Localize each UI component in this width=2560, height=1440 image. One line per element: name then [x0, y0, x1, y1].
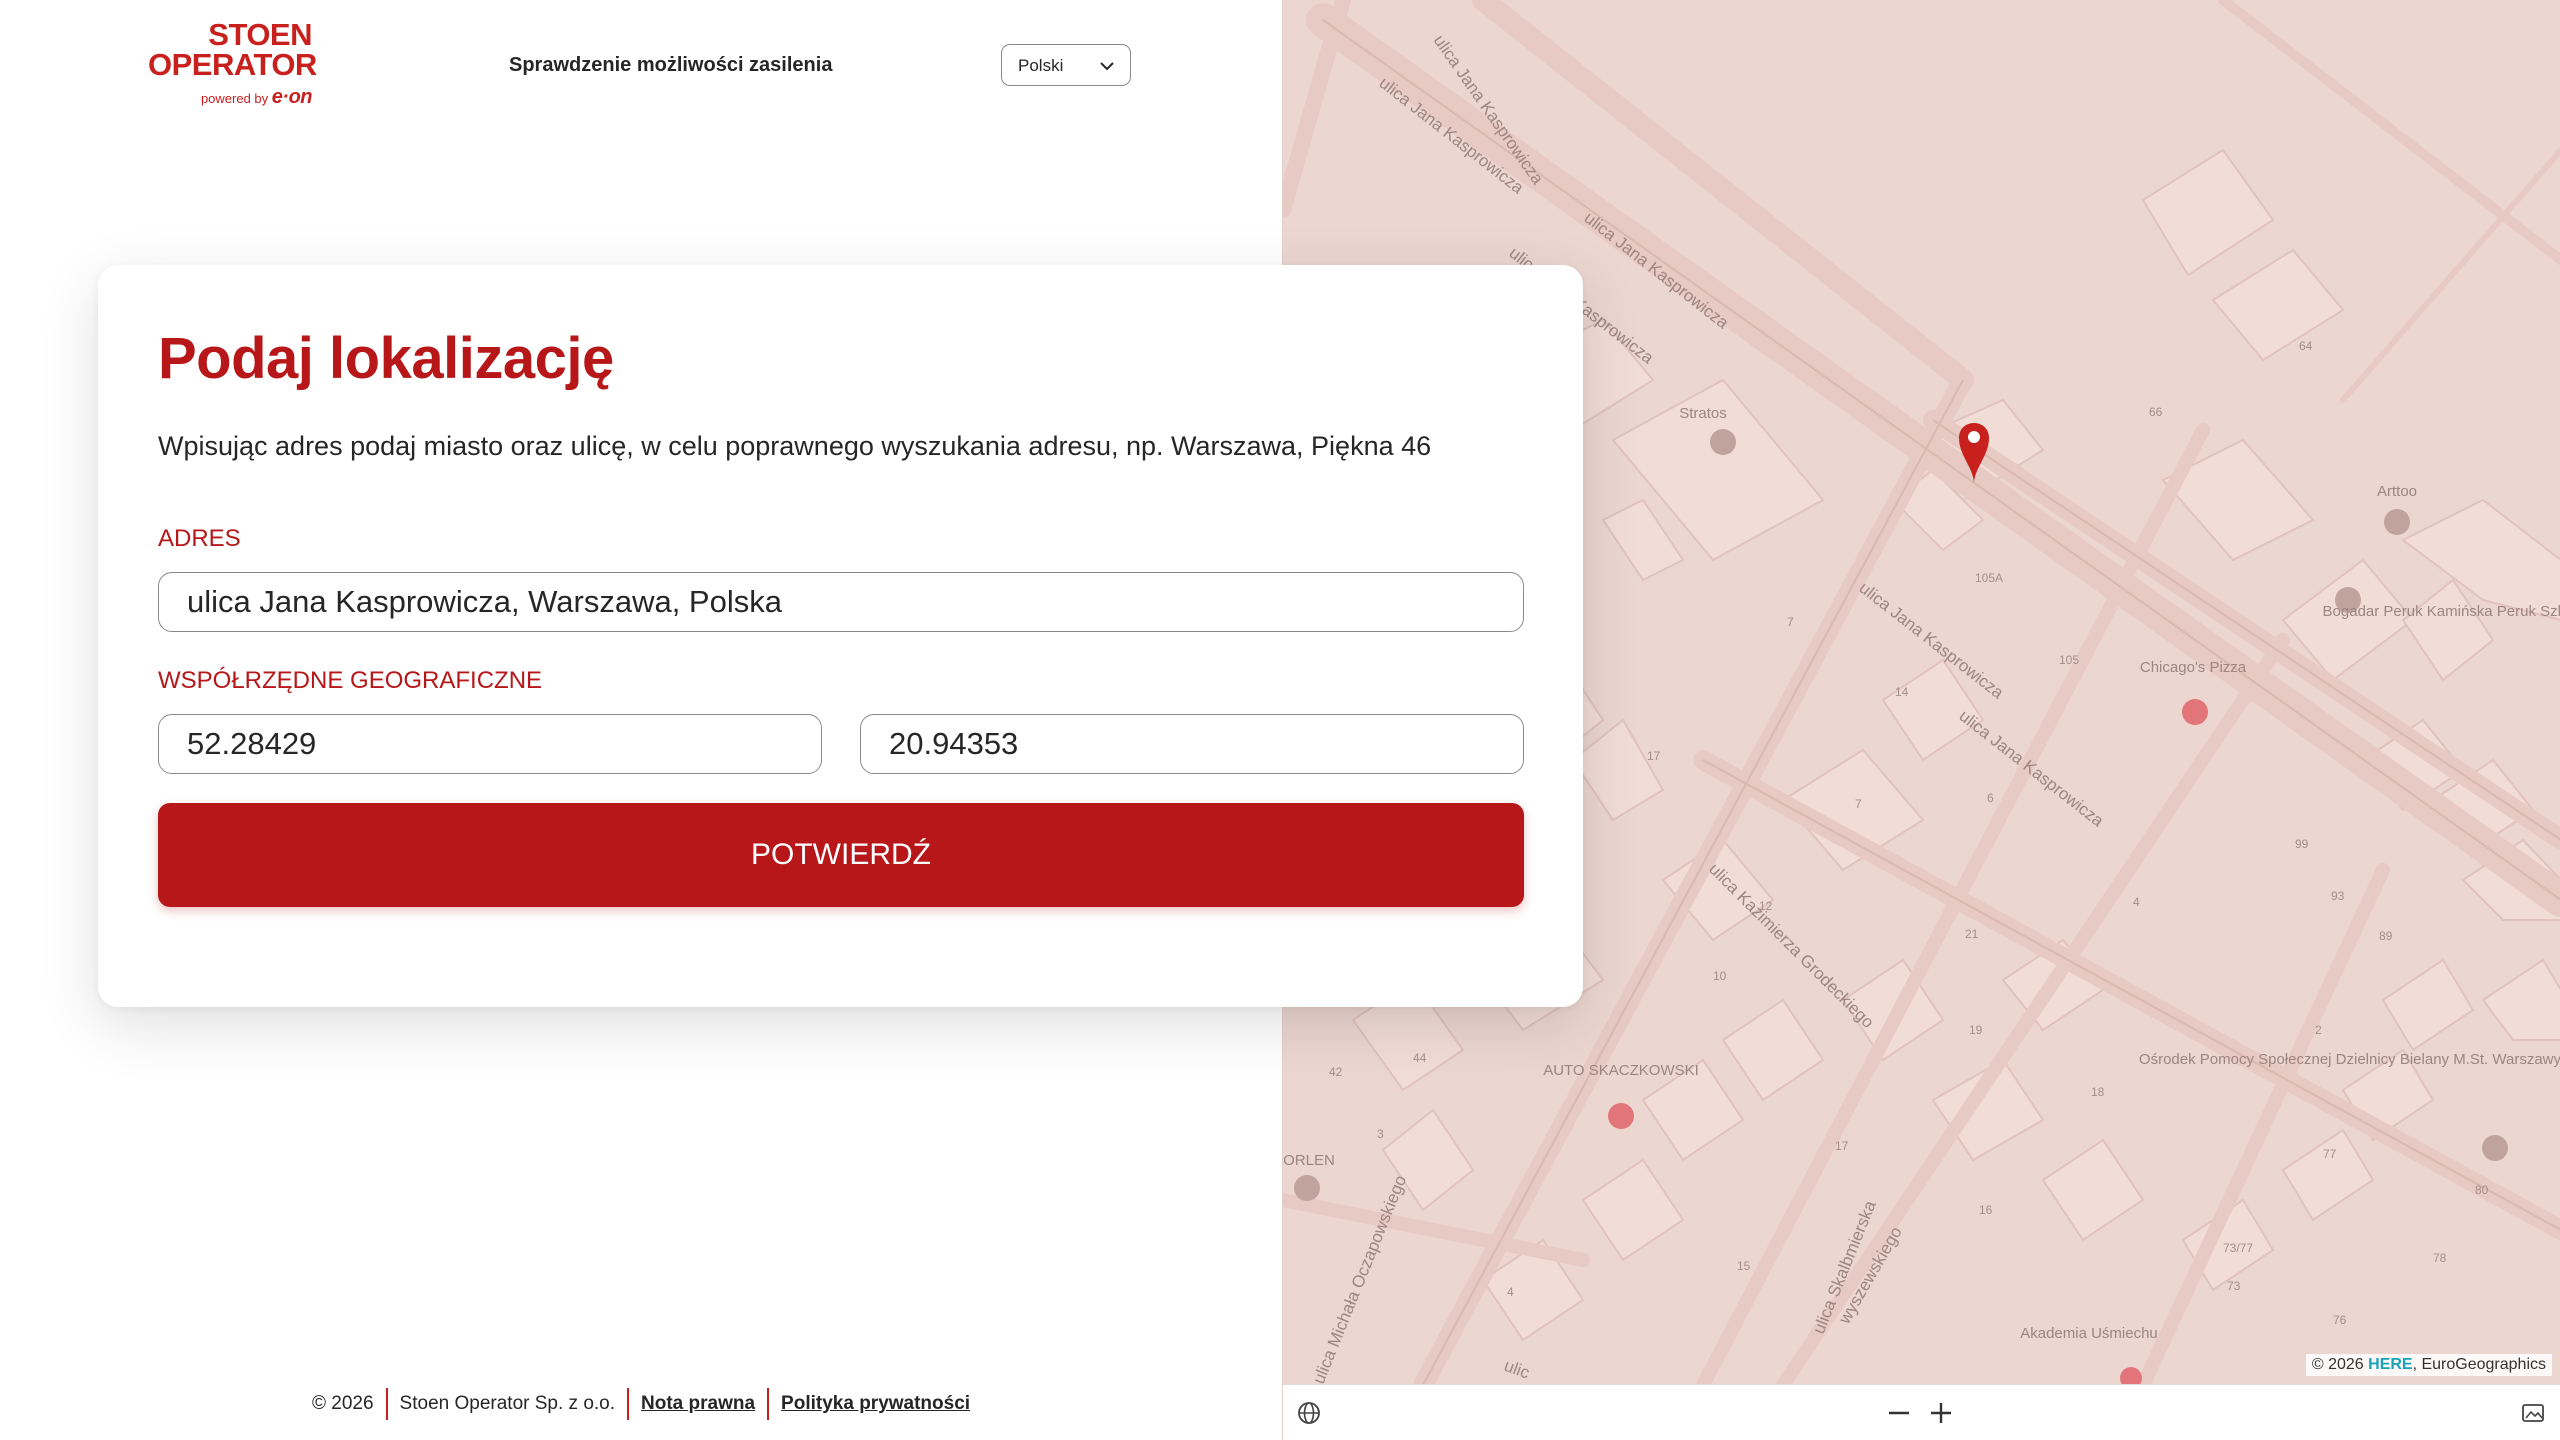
poi-label: Akademia Uśmiechu	[2020, 1325, 2158, 1342]
footer-separator	[627, 1388, 630, 1420]
house-number: 89	[2379, 929, 2393, 943]
house-number: 3	[1377, 1127, 1384, 1141]
location-form-card: Podaj lokalizację Wpisując adres podaj m…	[98, 265, 1583, 1007]
latitude-input[interactable]	[158, 714, 822, 774]
poi-label: Stratos	[1679, 405, 1727, 422]
house-number: 18	[2091, 1085, 2105, 1099]
map-toolbar	[1283, 1384, 2560, 1440]
logo-powered-by: powered by e·on	[148, 86, 313, 109]
logo-line-2: OPERATOR	[148, 47, 317, 82]
poi-label: Chicago's Pizza	[2140, 659, 2247, 676]
house-number: 12	[1759, 899, 1773, 913]
address-label: ADRES	[158, 525, 241, 552]
house-number: 14	[1895, 685, 1909, 699]
house-number: 76	[2333, 1313, 2347, 1327]
minus-icon	[1889, 1411, 1909, 1415]
stoen-operator-logo[interactable]: STOEN OPERATOR powered by e·on	[148, 17, 317, 115]
zoom-in-button[interactable]	[1925, 1397, 1957, 1429]
form-description: Wpisując adres podaj miasto oraz ulicę, …	[158, 431, 1432, 461]
header-title: Sprawdzenie możliwości zasilenia	[509, 54, 833, 76]
language-select-value: Polski	[1018, 56, 1064, 75]
footer: © 2026 Stoen Operator Sp. z o.o. Nota pr…	[312, 1388, 970, 1420]
house-number: 19	[1969, 1023, 1983, 1037]
poi-label: Arttoo	[2377, 483, 2417, 500]
house-number: 4	[2133, 895, 2140, 909]
logo-line-1: STOEN	[208, 17, 312, 52]
map-layers-icon[interactable]	[2521, 1401, 2547, 1425]
house-number: 7	[1855, 797, 1862, 811]
powered-by-text: powered by	[200, 91, 269, 106]
attribution-suffix: , EuroGeographics	[2412, 1356, 2546, 1373]
language-select[interactable]: Polski	[1001, 44, 1131, 86]
house-number: 4	[1507, 1285, 1514, 1299]
house-number: 99	[2295, 837, 2309, 851]
legal-notice-link[interactable]: Nota prawna	[641, 1393, 755, 1415]
house-number: 17	[1647, 749, 1661, 763]
house-number: 2	[2315, 1023, 2322, 1037]
house-number: 73/77	[2223, 1241, 2253, 1255]
house-number: 73	[2227, 1279, 2241, 1293]
house-number: 7	[1787, 615, 1794, 629]
house-number: 10	[1713, 969, 1727, 983]
house-number: 93	[2331, 889, 2345, 903]
coords-label: WSPÓŁRZĘDNE GEOGRAFICZNE	[158, 667, 543, 694]
address-input[interactable]	[158, 572, 1524, 632]
eon-brand: e·on	[271, 86, 313, 108]
poi-label: AUTO SKACZKOWSKI	[1543, 1062, 1699, 1079]
house-number: 6	[1987, 791, 1994, 805]
longitude-input[interactable]	[860, 714, 1524, 774]
house-number: 66	[2149, 405, 2163, 419]
poi-label: Ośrodek Pomocy Społecznej Dzielnicy Biel…	[2139, 1051, 2560, 1068]
zoom-out-button[interactable]	[1883, 1397, 1915, 1429]
house-number: 105	[2059, 653, 2079, 667]
confirm-button[interactable]: POTWIERDŹ	[158, 803, 1524, 907]
map-attribution[interactable]: © 2026 HERE, EuroGeographics	[2305, 1354, 2552, 1376]
chevron-down-icon	[1100, 62, 1114, 71]
house-number: 17	[1835, 1139, 1849, 1153]
house-number: 64	[2299, 339, 2313, 353]
house-number: 77	[2323, 1147, 2337, 1161]
house-number: 44	[1413, 1051, 1427, 1065]
house-number: 80	[2475, 1183, 2489, 1197]
house-number: 15	[1737, 1259, 1751, 1273]
globe-icon[interactable]	[1297, 1401, 1321, 1425]
house-number: 16	[1979, 1203, 1993, 1217]
privacy-policy-link[interactable]: Polityka prywatności	[781, 1393, 970, 1415]
house-number: 42	[1329, 1065, 1343, 1079]
footer-copyright: © 2026	[312, 1393, 374, 1414]
poi-label: ORLEN	[1283, 1152, 1335, 1169]
plus-icon	[1931, 1403, 1951, 1423]
poi-label: Bogadar Peruk Kamińska Peruk Szl	[2323, 603, 2560, 620]
footer-company: Stoen Operator Sp. z o.o.	[399, 1393, 616, 1414]
house-number: 105A	[1975, 571, 2003, 585]
footer-separator	[767, 1388, 770, 1420]
form-title: Podaj lokalizację	[158, 326, 614, 391]
footer-separator	[385, 1388, 388, 1420]
house-number: 78	[2433, 1251, 2447, 1265]
attribution-prefix: © 2026	[2311, 1356, 2369, 1373]
attribution-brand: HERE	[2368, 1356, 2413, 1373]
house-number: 21	[1965, 927, 1979, 941]
